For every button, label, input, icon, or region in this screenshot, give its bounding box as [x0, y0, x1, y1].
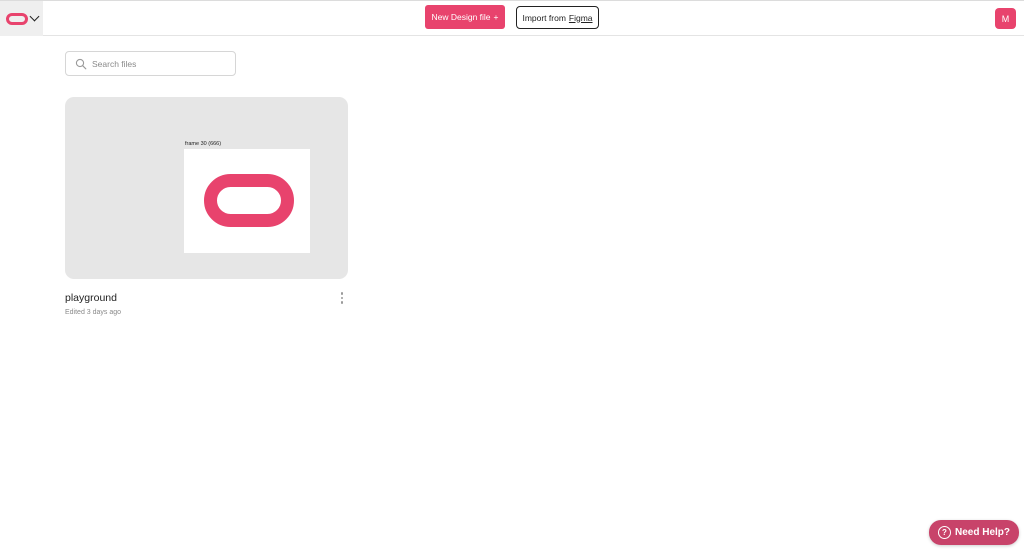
import-label: Import from [522, 12, 566, 23]
kebab-dot [340, 296, 344, 300]
plus-icon: + [493, 12, 499, 22]
import-from-figma-button[interactable]: Import from Figma [516, 6, 599, 29]
new-design-file-button[interactable]: New Design file + [425, 5, 505, 29]
more-options-icon[interactable] [336, 290, 348, 306]
kebab-dot [340, 301, 344, 304]
chevron-down-icon [29, 11, 39, 22]
avatar[interactable]: M [995, 8, 1016, 29]
app-logo-icon [204, 174, 294, 227]
help-icon: ? [937, 526, 951, 539]
top-bar: New Design file + Import from Figma M [0, 0, 1024, 36]
search-box [65, 51, 236, 76]
search-icon [75, 58, 87, 70]
frame-label: frame 30 (666) [185, 141, 222, 147]
app-logo-icon [5, 12, 28, 25]
search-input[interactable] [92, 54, 232, 73]
file-card-thumbnail[interactable]: frame 30 (666) [65, 97, 348, 279]
frame-preview [184, 149, 310, 253]
file-edited-time: Edited 3 days ago [65, 309, 122, 316]
need-help-label: Need Help? [954, 527, 1010, 538]
kebab-dot [340, 292, 344, 295]
workspace-menu[interactable] [0, 1, 43, 36]
file-name[interactable]: playground [65, 292, 117, 304]
new-design-file-label: New Design file [431, 12, 491, 22]
need-help-button[interactable]: ? Need Help? [929, 520, 1019, 545]
figma-link: Figma [568, 12, 593, 23]
